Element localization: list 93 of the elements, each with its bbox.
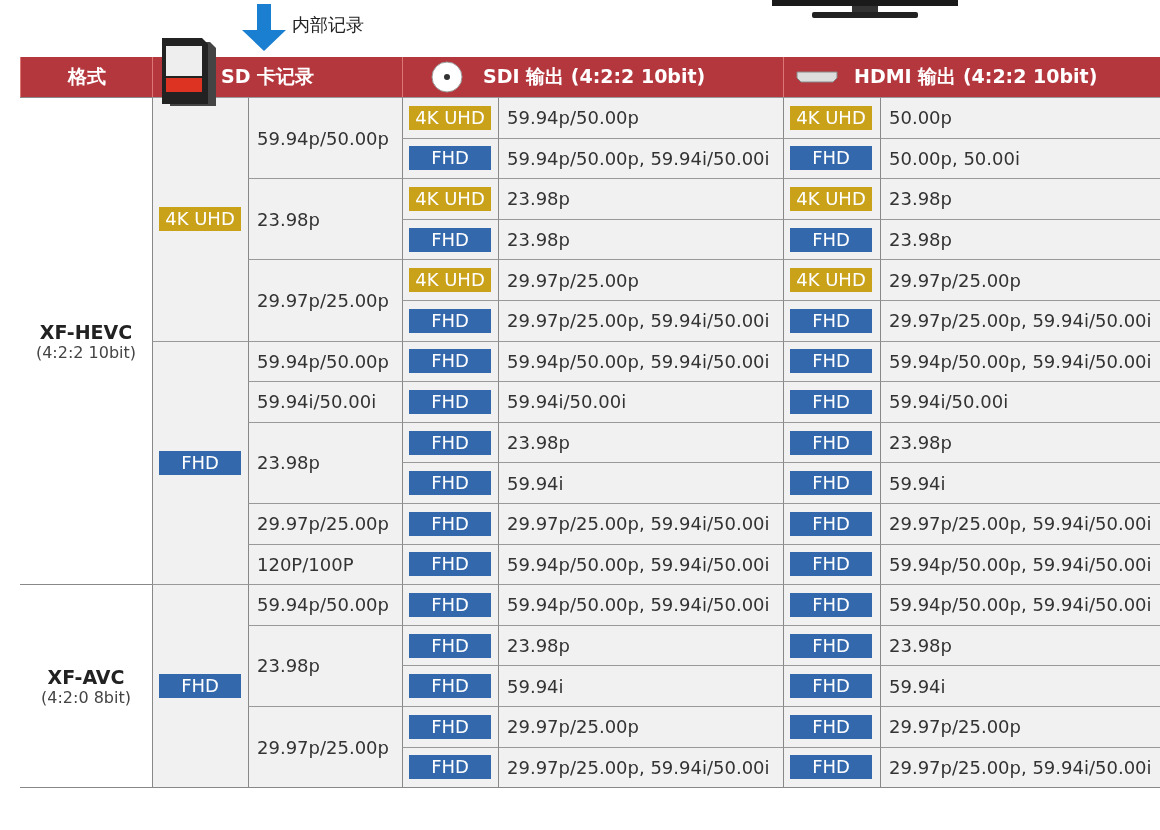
resolution-tag: FHD (409, 308, 491, 333)
resolution-tag: FHD (790, 755, 872, 780)
sdi-format: 59.94i (498, 665, 783, 706)
sdi-format: 59.94i/50.00i (498, 381, 783, 422)
sdi-format: 59.94p/50.00p, 59.94i/50.00i (498, 340, 783, 382)
disc-icon (431, 61, 463, 93)
hdmi-format: 23.98p (880, 178, 1160, 219)
resolution-tag: FHD (409, 633, 491, 658)
sdi-format: 23.98p (498, 218, 783, 260)
sdi-format: 59.94p/50.00p, 59.94i/50.00i (498, 137, 783, 179)
sdi-format: 29.97p/25.00p, 59.94i/50.00i (498, 746, 783, 788)
frame-rate: 120P/100P (248, 543, 402, 585)
frame-rate: 29.97p/25.00p (248, 705, 402, 788)
resolution-tag: FHD (790, 552, 872, 577)
resolution-tag: FHD (159, 450, 241, 475)
hdmi-format: 50.00p (880, 97, 1160, 138)
resolution-tag: FHD (159, 674, 241, 699)
sdi-format: 29.97p/25.00p, 59.94i/50.00i (498, 502, 783, 544)
resolution-tag: FHD (790, 471, 872, 496)
frame-rate: 59.94p/50.00p (248, 584, 402, 625)
resolution-tag: FHD (409, 511, 491, 536)
column-header: SDI 输出 (4:2:2 10bit) (483, 64, 706, 89)
sdi-format: 59.94p/50.00p, 59.94i/50.00i (498, 543, 783, 585)
resolution-tag: FHD (409, 714, 491, 739)
resolution-tag: FHD (409, 227, 491, 252)
hdmi-format: 50.00p, 50.00i (880, 137, 1160, 179)
resolution-tag: FHD (409, 349, 491, 374)
resolution-tag: 4K UHD (159, 207, 241, 232)
resolution-tag: FHD (790, 389, 872, 414)
frame-rate: 29.97p/25.00p (248, 502, 402, 544)
resolution-tag: 4K UHD (409, 105, 491, 130)
hdmi-format: 23.98p (880, 624, 1160, 666)
resolution-tag: FHD (409, 471, 491, 496)
resolution-tag: FHD (409, 674, 491, 699)
down-arrow-icon (242, 4, 286, 51)
resolution-tag: FHD (790, 349, 872, 374)
format-spec: (4:2:0 8bit) (41, 687, 131, 707)
sdi-format: 23.98p (498, 421, 783, 463)
resolution-tag: FHD (409, 389, 491, 414)
frame-rate: 59.94p/50.00p (248, 340, 402, 382)
resolution-tag: FHD (790, 674, 872, 699)
format-name: XF-HEVC (39, 320, 133, 343)
hdmi-format: 29.97p/25.00p (880, 705, 1160, 747)
resolution-tag: 4K UHD (790, 105, 872, 130)
resolution-tag: FHD (409, 146, 491, 171)
format-spec: (4:2:2 10bit) (35, 342, 137, 362)
frame-rate: 23.98p (248, 421, 402, 503)
caption: 内部记录 (292, 13, 364, 37)
hdmi-format: 23.98p (880, 421, 1160, 463)
format-name: XF-AVC (47, 665, 125, 688)
resolution-tag: FHD (790, 227, 872, 252)
hdmi-format: 23.98p (880, 218, 1160, 260)
resolution-tag: FHD (790, 430, 872, 455)
sdi-format: 23.98p (498, 624, 783, 666)
hdmi-format: 59.94i (880, 462, 1160, 503)
hdmi-format: 29.97p/25.00p (880, 259, 1160, 300)
frame-rate: 59.94p/50.00p (248, 97, 402, 179)
hdmi-format: 59.94i (880, 665, 1160, 706)
sdi-format: 59.94p/50.00p, 59.94i/50.00i (498, 584, 783, 625)
hdmi-format: 29.97p/25.00p, 59.94i/50.00i (880, 502, 1160, 544)
hdmi-port-icon (796, 71, 838, 83)
resolution-tag: FHD (409, 755, 491, 780)
sdi-format: 59.94p/50.00p (498, 97, 783, 138)
resolution-tag: FHD (790, 592, 872, 617)
frame-rate: 23.98p (248, 178, 402, 260)
hdmi-format: 59.94p/50.00p, 59.94i/50.00i (880, 543, 1160, 585)
column-header: 格式 (20, 57, 152, 97)
resolution-tag: 4K UHD (790, 268, 872, 293)
frame-rate: 23.98p (248, 624, 402, 706)
resolution-tag: FHD (790, 308, 872, 333)
column-header: HDMI 输出 (4:2:2 10bit) (854, 64, 1098, 89)
frame-rate: 59.94i/50.00i (248, 381, 402, 422)
resolution-tag: 4K UHD (409, 187, 491, 211)
sdi-format: 59.94i (498, 462, 783, 503)
resolution-tag: 4K UHD (409, 268, 491, 293)
resolution-tag: FHD (790, 714, 872, 739)
resolution-tag: FHD (409, 430, 491, 455)
resolution-tag: FHD (790, 146, 872, 171)
frame-rate: 29.97p/25.00p (248, 259, 402, 341)
resolution-tag: FHD (409, 592, 491, 617)
resolution-tag: 4K UHD (790, 187, 872, 211)
resolution-tag: FHD (409, 552, 491, 577)
resolution-tag: FHD (790, 633, 872, 658)
hdmi-format: 59.94i/50.00i (880, 381, 1160, 422)
hdmi-format: 29.97p/25.00p, 59.94i/50.00i (880, 746, 1160, 788)
sdi-format: 23.98p (498, 178, 783, 219)
hdmi-format: 59.94p/50.00p, 59.94i/50.00i (880, 584, 1160, 625)
sdi-format: 29.97p/25.00p, 59.94i/50.00i (498, 299, 783, 341)
hdmi-format: 59.94p/50.00p, 59.94i/50.00i (880, 340, 1160, 382)
resolution-tag: FHD (790, 511, 872, 536)
hdmi-format: 29.97p/25.00p, 59.94i/50.00i (880, 299, 1160, 341)
sdi-format: 29.97p/25.00p (498, 259, 783, 300)
sdi-format: 29.97p/25.00p (498, 705, 783, 747)
